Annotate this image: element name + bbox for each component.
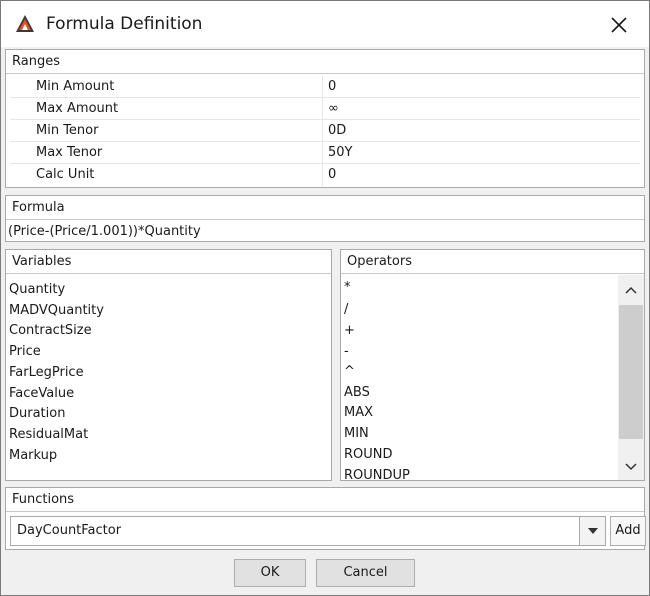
ranges-panel: Ranges Min Amount 0 Max Amount ∞ Min Ten…	[5, 49, 645, 188]
dropdown-button[interactable]	[579, 517, 605, 545]
variable-item[interactable]: ContractSize	[9, 321, 92, 341]
range-row-min-tenor[interactable]: Min Tenor 0D	[10, 120, 640, 142]
range-label: Max Tenor	[36, 145, 103, 160]
scroll-down-icon[interactable]	[618, 454, 644, 478]
range-value[interactable]: 50Y	[328, 145, 352, 160]
cancel-button[interactable]: Cancel	[316, 559, 415, 587]
functions-select[interactable]: DayCountFactor	[10, 516, 606, 546]
column-divider	[322, 164, 323, 186]
operator-item[interactable]: -	[344, 342, 349, 362]
range-row-calc-unit[interactable]: Calc Unit 0	[10, 164, 640, 186]
formula-panel: Formula (Price-(Price/1.001))*Quantity	[5, 195, 645, 242]
window-title: Formula Definition	[46, 14, 203, 34]
range-label: Max Amount	[36, 101, 119, 116]
range-value[interactable]: 0D	[328, 123, 346, 138]
close-icon[interactable]	[607, 13, 631, 37]
range-row-max-amount[interactable]: Max Amount ∞	[10, 98, 640, 120]
functions-selected-value: DayCountFactor	[17, 523, 122, 538]
range-value[interactable]: 0	[328, 167, 336, 182]
operator-item[interactable]: /	[344, 300, 348, 320]
operator-item[interactable]: ^	[344, 362, 355, 382]
add-function-button[interactable]: Add	[610, 516, 646, 546]
range-label: Min Amount	[36, 79, 115, 94]
caret-down-icon	[588, 528, 598, 534]
formula-input[interactable]: (Price-(Price/1.001))*Quantity	[8, 224, 201, 239]
operator-item[interactable]: ROUNDUP	[344, 466, 410, 480]
formula-header: Formula	[6, 196, 644, 220]
operator-item[interactable]: MAX	[344, 403, 373, 423]
range-row-min-amount[interactable]: Min Amount 0	[10, 76, 640, 98]
variable-item[interactable]: Markup	[9, 446, 57, 466]
variable-item[interactable]: Price	[9, 342, 41, 362]
formula-definition-dialog: Formula Definition Ranges Min Amount 0 M…	[0, 0, 650, 596]
ranges-header: Ranges	[6, 50, 644, 74]
operator-item[interactable]: ROUND	[344, 445, 393, 465]
scroll-up-icon[interactable]	[618, 279, 644, 303]
operators-header: Operators	[341, 250, 644, 274]
operator-item[interactable]: ABS	[344, 383, 370, 403]
variable-item[interactable]: FarLegPrice	[9, 363, 84, 383]
operator-item[interactable]: *	[344, 278, 351, 298]
column-divider	[322, 120, 323, 142]
title-bar: Formula Definition	[1, 1, 649, 47]
variable-item[interactable]: ResidualMat	[9, 425, 88, 445]
column-divider	[322, 142, 323, 164]
variable-item[interactable]: FaceValue	[9, 384, 74, 404]
column-divider	[322, 98, 323, 120]
range-value[interactable]: 0	[328, 79, 336, 94]
functions-panel: Functions DayCountFactor Add	[5, 487, 646, 550]
range-row-max-tenor[interactable]: Max Tenor 50Y	[10, 142, 640, 164]
operators-panel: Operators * / + - ^ ABS MAX MIN ROUND RO…	[340, 249, 645, 481]
app-logo-icon	[16, 15, 34, 32]
operator-item[interactable]: MIN	[344, 424, 369, 444]
scroll-thumb[interactable]	[619, 305, 643, 439]
operators-scrollbar[interactable]	[618, 275, 644, 480]
variable-item[interactable]: MADVQuantity	[9, 301, 104, 321]
variables-header: Variables	[6, 250, 331, 274]
column-divider	[322, 76, 323, 98]
ok-button[interactable]: OK	[234, 559, 306, 587]
range-label: Min Tenor	[36, 123, 99, 138]
operator-item[interactable]: +	[344, 321, 355, 341]
variables-panel: Variables Quantity MADVQuantity Contract…	[5, 249, 332, 481]
variable-item[interactable]: Quantity	[9, 280, 65, 300]
range-value[interactable]: ∞	[328, 101, 339, 116]
variable-item[interactable]: Duration	[9, 404, 65, 424]
functions-header: Functions	[6, 488, 644, 512]
range-label: Calc Unit	[36, 167, 95, 182]
